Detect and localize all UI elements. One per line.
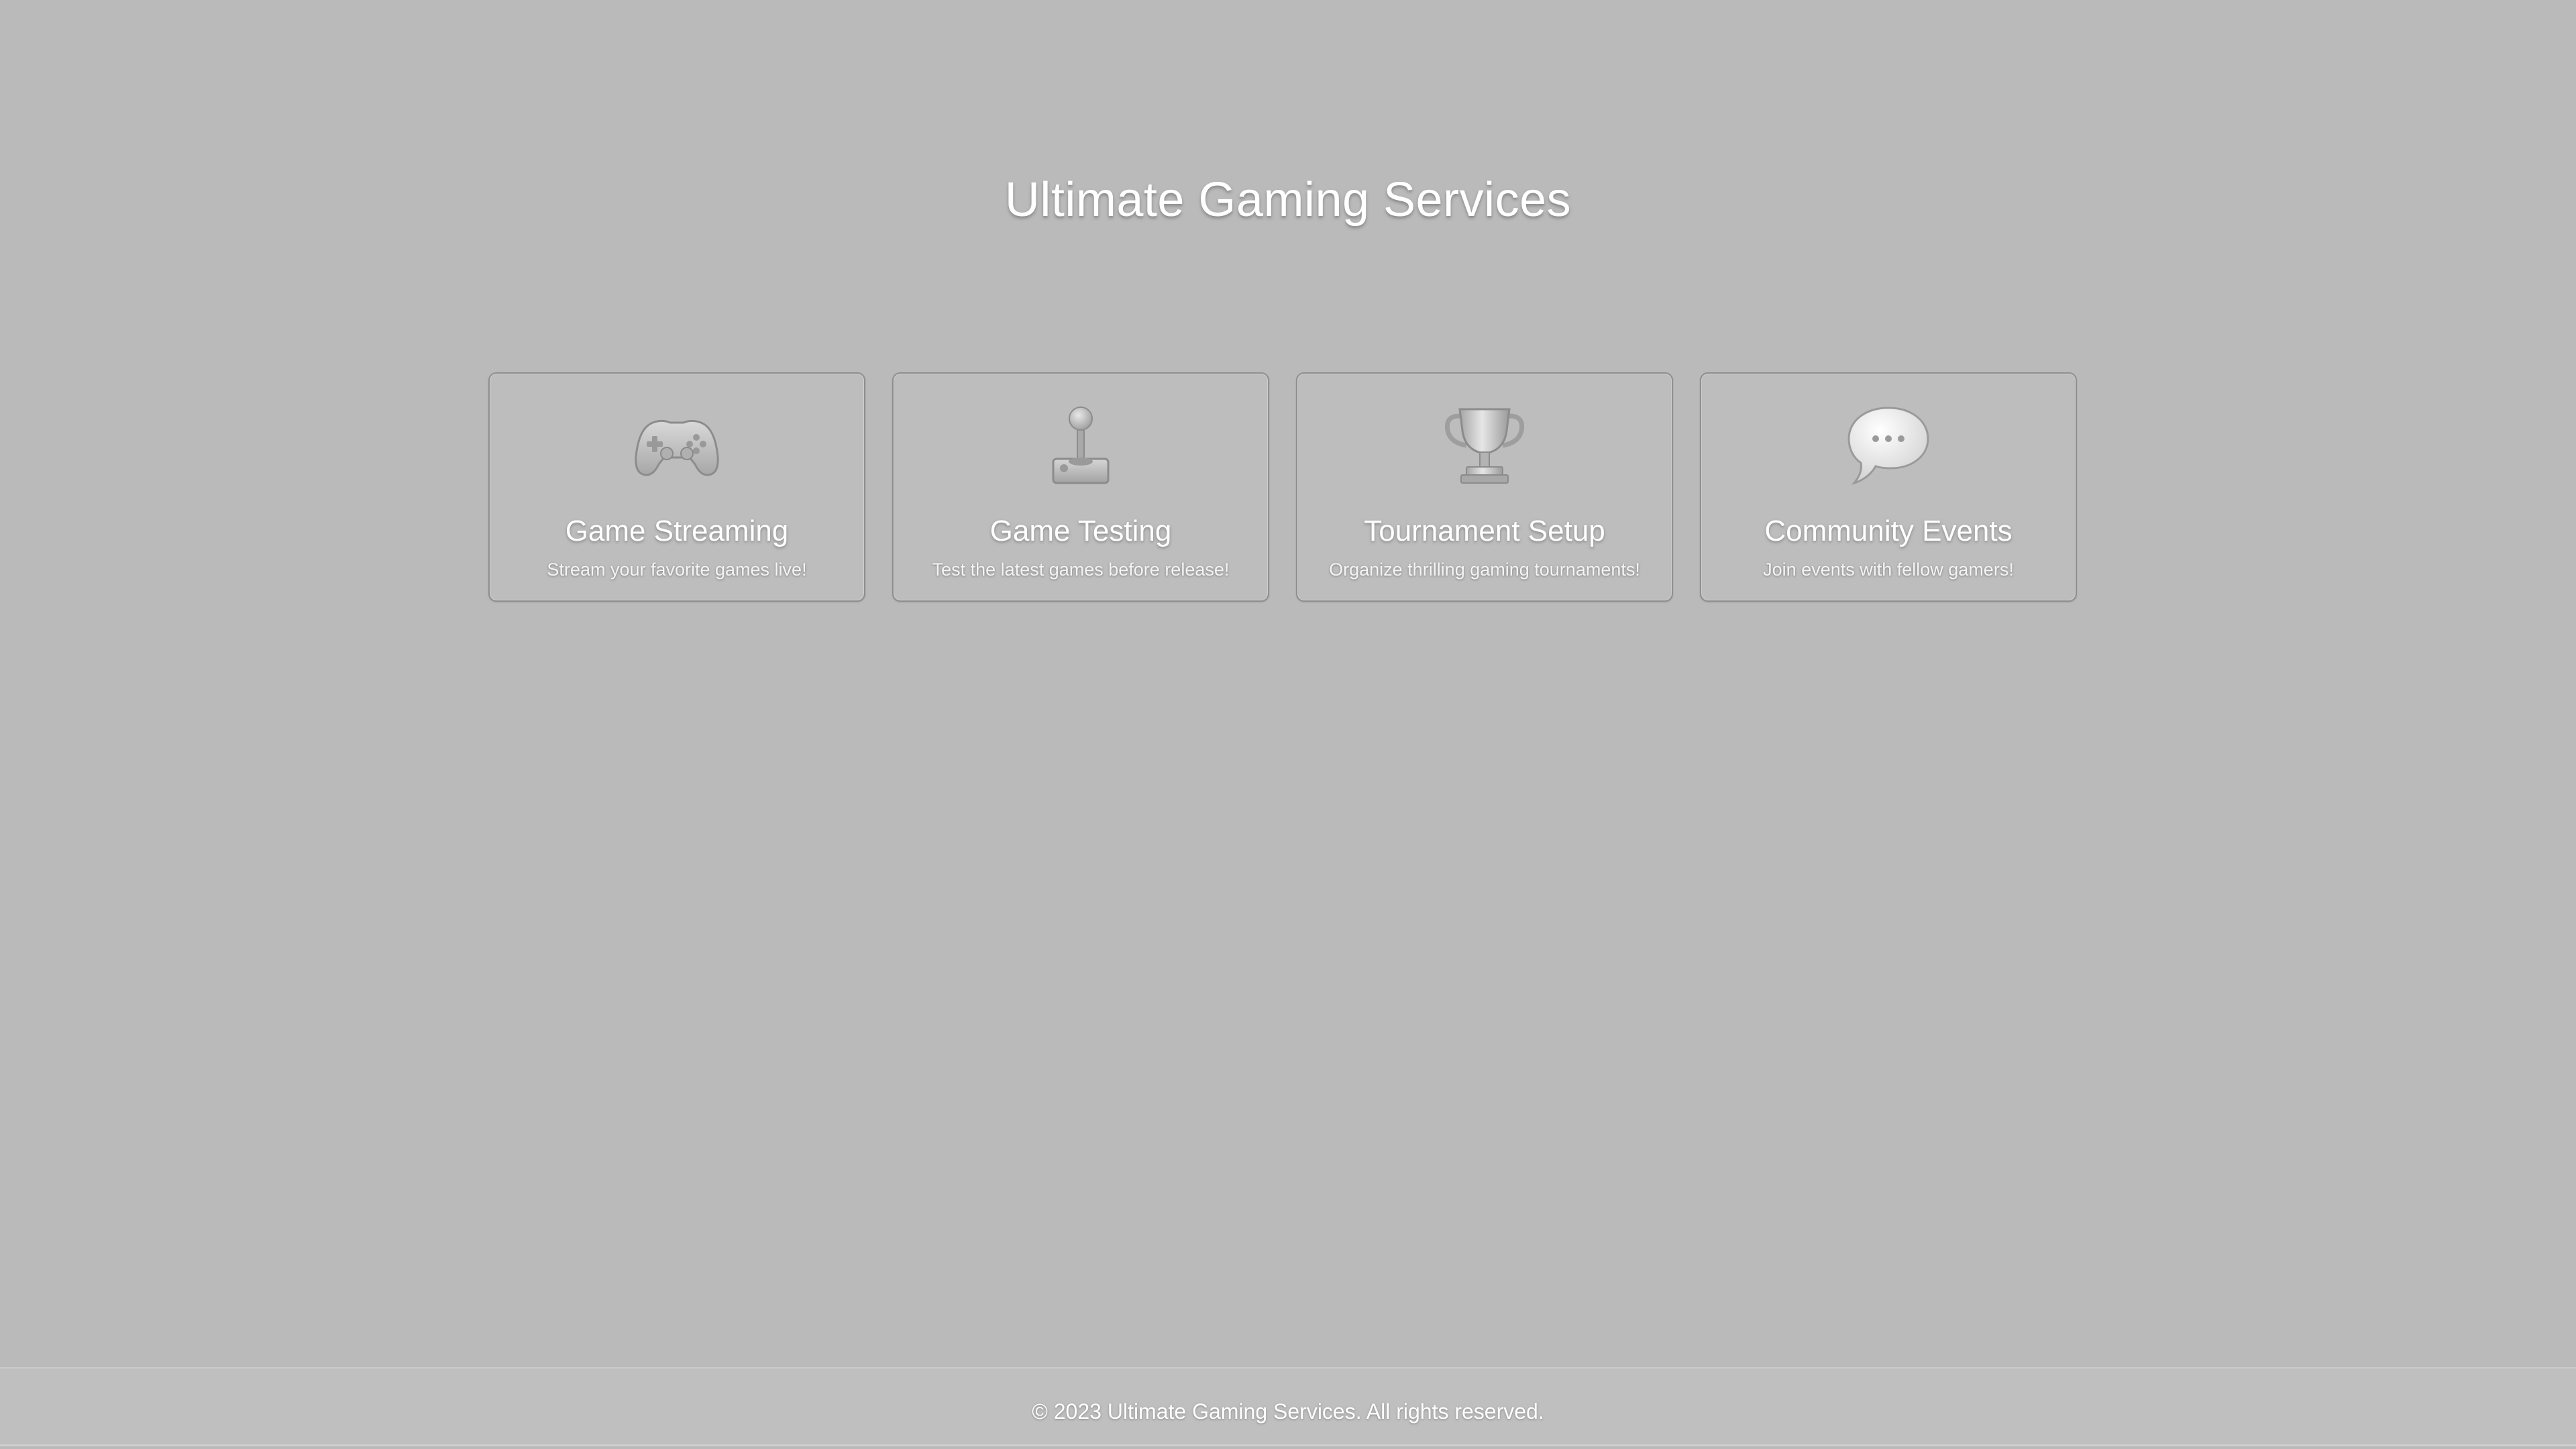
trophy-icon (1297, 400, 1672, 491)
service-description: Test the latest games before release! (932, 559, 1230, 580)
service-description: Join events with fellow gamers! (1763, 559, 2014, 580)
services-grid: Game Streaming Stream your favorite game… (488, 372, 2077, 602)
copyright-text: © 2023 Ultimate Gaming Services. All rig… (1032, 1399, 1544, 1424)
service-title: Game Streaming (565, 515, 789, 547)
service-card-game-streaming[interactable]: Game Streaming Stream your favorite game… (488, 372, 865, 602)
service-description: Organize thrilling gaming tournaments! (1329, 559, 1640, 580)
service-card-community-events[interactable]: Community Events Join events with fellow… (1700, 372, 2077, 602)
service-card-game-testing[interactable]: Game Testing Test the latest games befor… (892, 372, 1269, 602)
game-controller-icon (490, 400, 864, 491)
service-title: Game Testing (989, 515, 1172, 547)
joystick-icon (894, 400, 1268, 491)
footer: © 2023 Ultimate Gaming Services. All rig… (0, 1367, 2576, 1446)
service-description: Stream your favorite games live! (547, 559, 807, 580)
speech-bubble-icon (1701, 400, 2076, 491)
service-title: Tournament Setup (1364, 515, 1605, 547)
page-title: Ultimate Gaming Services (1004, 173, 1572, 227)
service-title: Community Events (1764, 515, 2012, 547)
service-card-tournament-setup[interactable]: Tournament Setup Organize thrilling gami… (1296, 372, 1673, 602)
